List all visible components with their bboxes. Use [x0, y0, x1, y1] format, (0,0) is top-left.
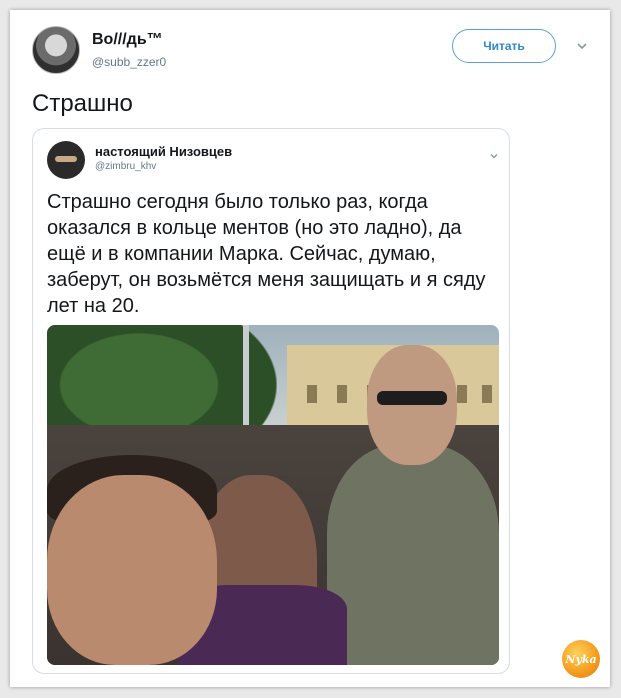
follow-button[interactable]: Читать: [452, 29, 556, 63]
quoted-tweet-text: Страшно сегодня было только раз, когда о…: [47, 191, 486, 317]
photo-face-left: [47, 475, 217, 665]
photo-man-jacket: [327, 445, 499, 665]
tweet-text: Страшно: [32, 90, 133, 117]
tweet-photo[interactable]: [47, 325, 499, 665]
author-handle[interactable]: @subb_zzer0: [92, 55, 166, 69]
photo-sunglasses: [377, 391, 447, 405]
chevron-down-icon[interactable]: [576, 40, 588, 52]
watermark-logo: Nyka: [562, 640, 600, 678]
author-avatar[interactable]: [32, 26, 80, 74]
author-name[interactable]: Во///дь™: [92, 31, 163, 49]
quoted-tweet[interactable]: настоящий Низовцев @zimbru_khv Страшно с…: [32, 128, 510, 674]
quoted-author-handle[interactable]: @zimbru_khv: [95, 161, 156, 172]
quoted-author-name[interactable]: настоящий Низовцев: [95, 144, 232, 159]
quoted-author-avatar[interactable]: [47, 141, 85, 179]
chevron-down-icon[interactable]: [489, 151, 499, 161]
balaclava-eyes: [55, 156, 77, 162]
photo-man-face: [367, 345, 457, 465]
tweet-card: Во///дь™ @subb_zzer0 Читать Страшно наст…: [10, 10, 610, 687]
watermark-text: Nyka: [565, 652, 597, 666]
